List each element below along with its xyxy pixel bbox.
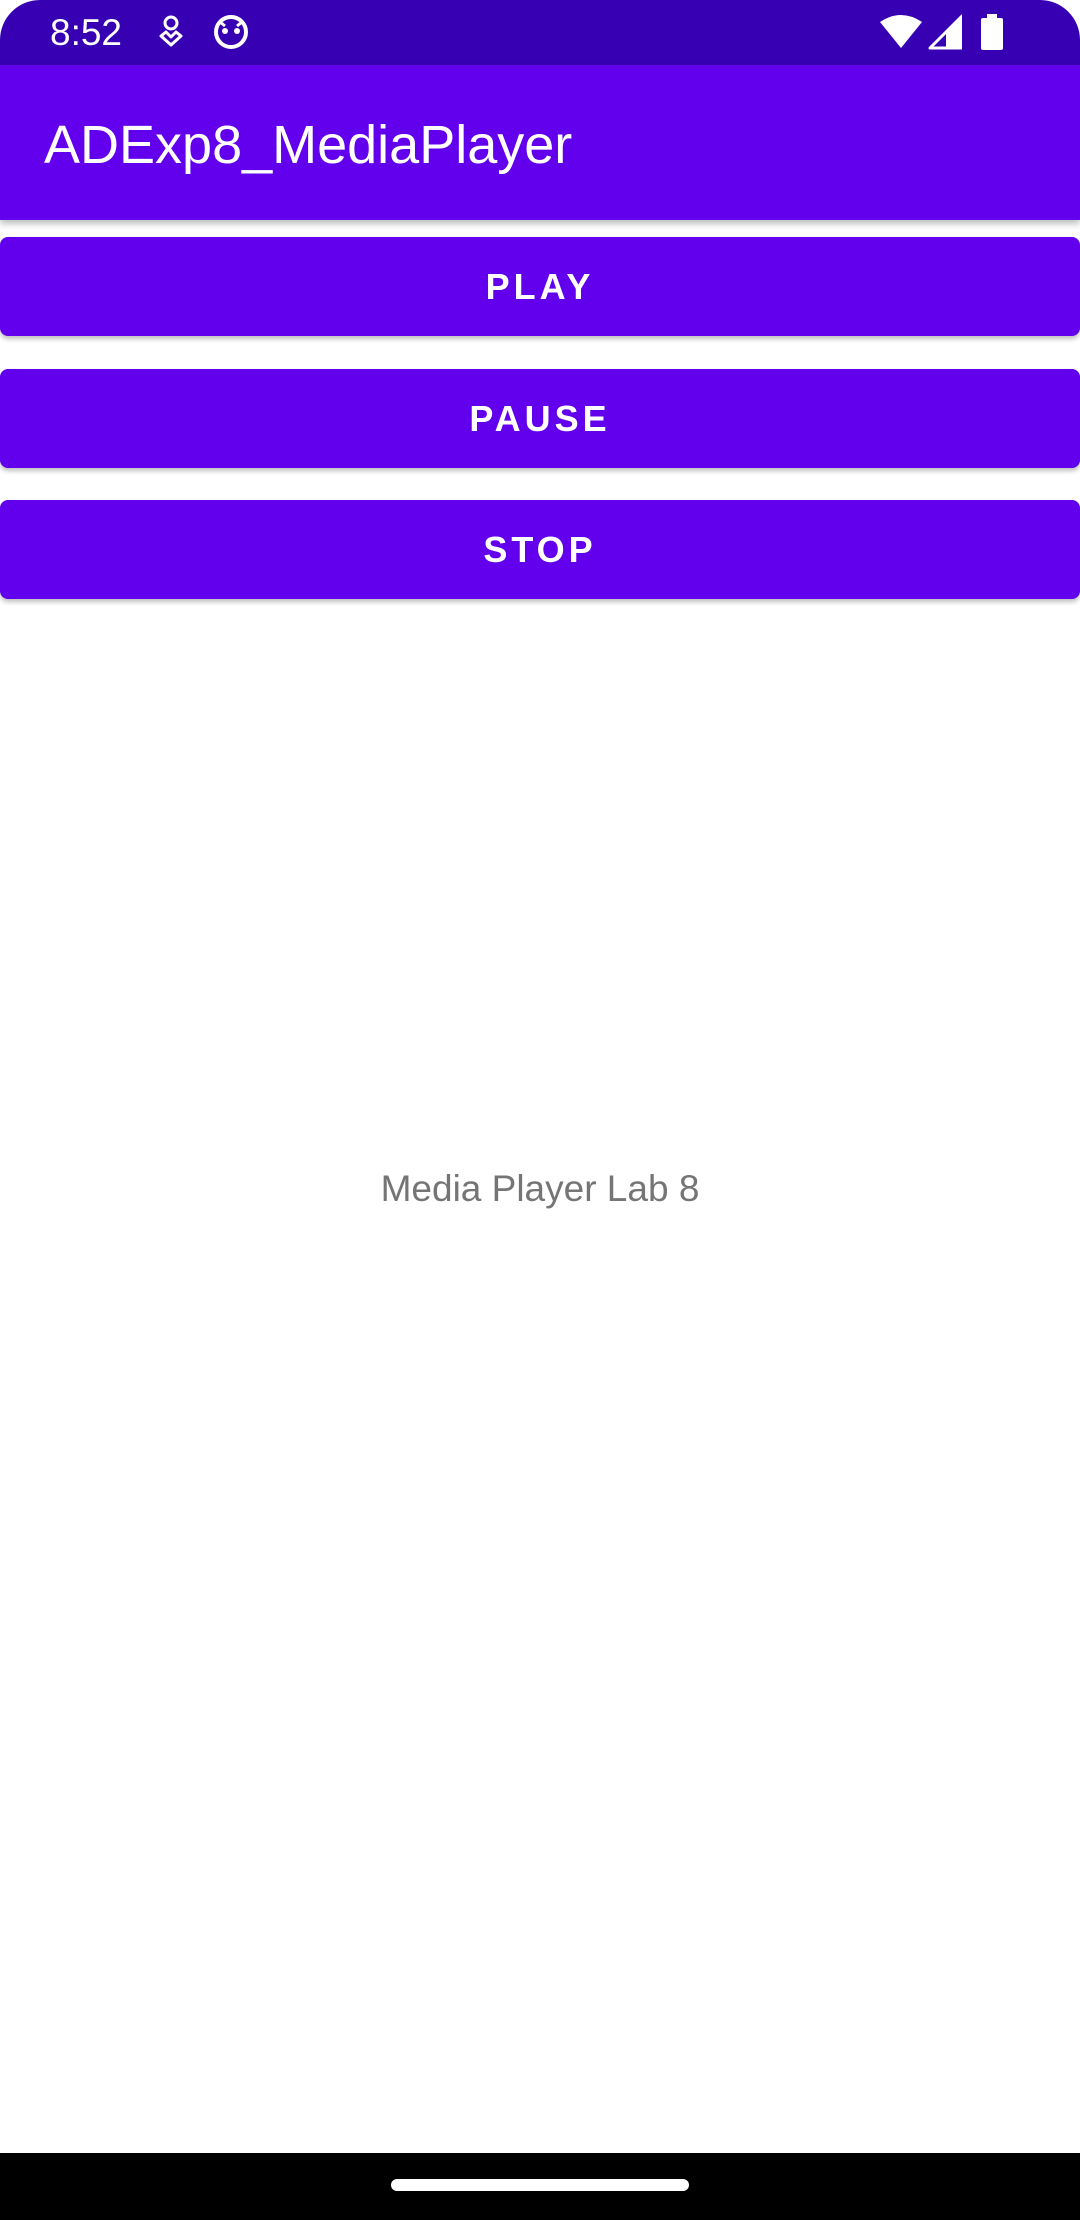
battery-icon <box>980 14 1004 55</box>
status-bar: 8:52 <box>0 0 1080 65</box>
play-button[interactable]: PLAY <box>0 237 1080 336</box>
gesture-icon <box>156 14 186 55</box>
home-gesture-handle[interactable] <box>391 2179 689 2191</box>
app-bar: ADExp8_MediaPlayer <box>0 65 1080 220</box>
navigation-bar <box>0 2153 1080 2220</box>
cell-signal-icon <box>928 14 964 55</box>
stop-button[interactable]: STOP <box>0 500 1080 599</box>
android-face-icon <box>212 14 250 55</box>
pause-button[interactable]: PAUSE <box>0 369 1080 468</box>
media-player-label: Media Player Lab 8 <box>380 1168 700 1209</box>
status-time: 8:52 <box>50 12 123 53</box>
wifi-icon <box>880 14 922 55</box>
app-title: ADExp8_MediaPlayer <box>44 115 573 175</box>
